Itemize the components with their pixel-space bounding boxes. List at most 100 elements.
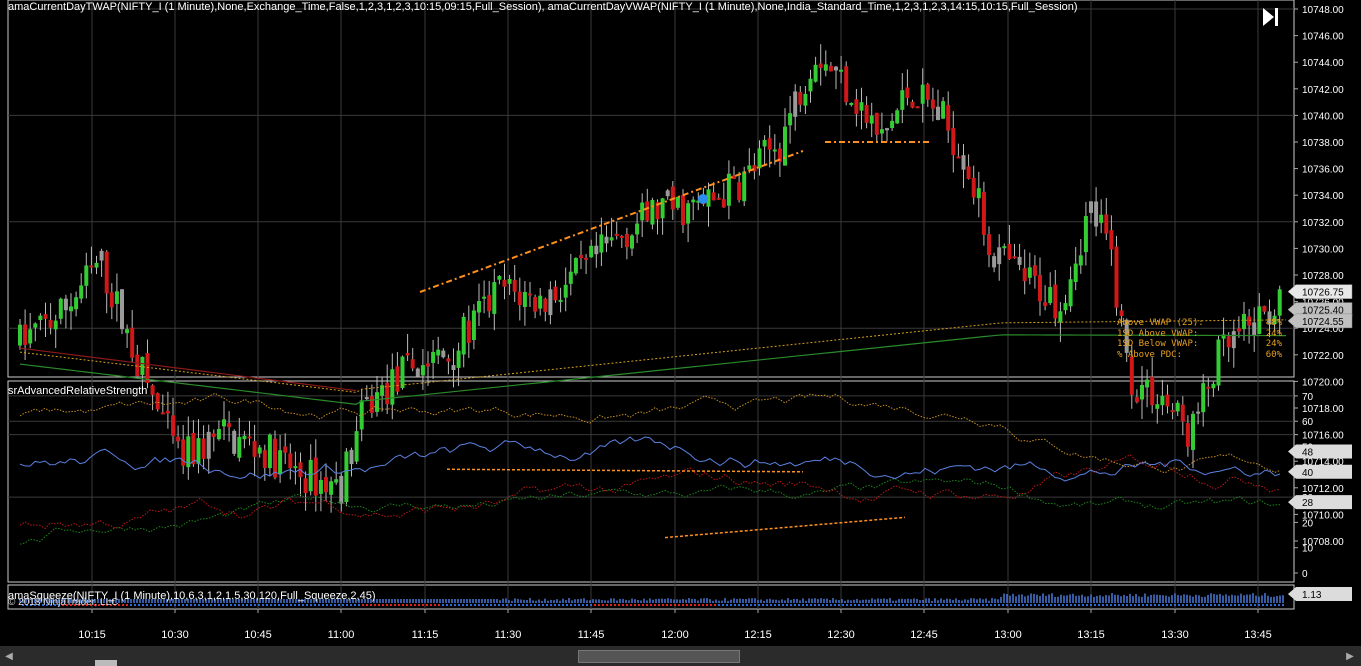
squeeze-dot	[934, 604, 936, 606]
candle-body	[1180, 404, 1185, 422]
scroll-left-icon[interactable]: ◀	[2, 649, 16, 663]
candle-body	[125, 329, 130, 334]
squeeze-dot	[622, 604, 624, 606]
candle-body	[303, 478, 308, 494]
horizontal-scrollbar[interactable]: ◀ ▶	[0, 646, 1361, 666]
candle-body	[415, 368, 420, 377]
squeeze-dot	[238, 604, 240, 606]
vwap-line	[19, 334, 1287, 405]
squeeze-dot	[694, 604, 696, 606]
candle-body	[237, 436, 242, 458]
squeeze-dot	[698, 604, 700, 606]
squeeze-dot	[1194, 604, 1196, 606]
squeeze-dot	[890, 604, 892, 606]
candle-body	[925, 84, 930, 100]
squeeze-dot	[950, 604, 952, 606]
candle-body	[354, 431, 359, 462]
candle-body	[793, 91, 798, 117]
squeeze-dot	[430, 604, 432, 606]
candle-body	[339, 475, 344, 504]
candle-body	[33, 323, 38, 328]
candle-body	[48, 319, 53, 328]
candle-body	[1038, 275, 1042, 302]
candle-body	[879, 129, 884, 134]
candle-body	[522, 292, 527, 308]
squeeze-dot	[1078, 604, 1080, 606]
candle-body	[859, 102, 864, 111]
squeeze-dot	[834, 604, 836, 606]
squeeze-dot	[1006, 604, 1008, 606]
squeeze-dot	[1166, 604, 1168, 606]
price-panel-title: amaCurrentDayTWAP(NIFTY_I (1 Minute),Non…	[8, 1, 1078, 13]
squeeze-dot	[186, 604, 188, 606]
scrollbar-grip[interactable]	[95, 660, 117, 666]
candle-body	[1053, 284, 1058, 319]
squeeze-dot	[398, 604, 400, 606]
scrollbar-thumb[interactable]	[578, 650, 740, 663]
candle-body	[1277, 289, 1282, 316]
squeeze-dot	[1062, 604, 1064, 606]
candle-body	[645, 201, 650, 221]
candle-body	[828, 65, 833, 72]
squeeze-dot	[942, 604, 944, 606]
squeeze-dot	[158, 604, 160, 606]
squeeze-dot	[1054, 604, 1056, 606]
squeeze-dot	[210, 604, 212, 606]
squeeze-dot	[378, 604, 380, 606]
squeeze-dot	[198, 604, 200, 606]
squeeze-dot	[678, 604, 680, 606]
squeeze-dot	[858, 604, 860, 606]
candle-body	[533, 296, 538, 312]
squeeze-dot	[1262, 604, 1264, 606]
squeeze-dot	[774, 604, 776, 606]
candle-body	[1002, 246, 1007, 249]
squeeze-dot	[1138, 604, 1140, 606]
squeeze-dot	[474, 604, 476, 606]
candle-body	[1196, 411, 1201, 414]
squeeze-dot	[1046, 604, 1048, 606]
squeeze-dot	[602, 604, 604, 606]
squeeze-dot	[606, 604, 608, 606]
price-tick-label: 10716.00	[1302, 431, 1344, 442]
candle-body	[293, 466, 298, 469]
candle-body	[849, 103, 854, 106]
squeeze-dot	[126, 604, 128, 606]
candle-body	[640, 202, 645, 221]
candle-body	[507, 278, 512, 284]
candle-body	[1073, 263, 1078, 283]
x-tick-label: 13:30	[1161, 629, 1189, 641]
candle-body	[130, 327, 135, 358]
candle-body	[711, 192, 716, 201]
candle-body	[196, 438, 201, 464]
squeeze-dot	[1110, 604, 1112, 606]
squeeze-dot	[414, 604, 416, 606]
scroll-right-icon[interactable]: ▶	[1343, 649, 1357, 663]
candle-body	[211, 433, 216, 438]
squeeze-dot	[518, 604, 520, 606]
squeeze-dot	[1250, 604, 1252, 606]
squeeze-dot	[910, 604, 912, 606]
candle-body	[548, 289, 553, 316]
squeeze-dot	[154, 604, 156, 606]
candle-body	[405, 353, 410, 356]
squeeze-dot	[142, 604, 144, 606]
squeeze-dot	[454, 604, 456, 606]
candle-body	[772, 149, 777, 152]
squeeze-dot	[674, 604, 676, 606]
rs-trendline	[664, 516, 906, 539]
squeeze-dot	[962, 604, 964, 606]
squeeze-dot	[1282, 604, 1284, 606]
candle-body	[1150, 376, 1155, 406]
squeeze-dot	[1170, 604, 1172, 606]
candle-body	[1058, 311, 1063, 323]
candle-body	[839, 69, 844, 72]
squeeze-dot	[498, 604, 500, 606]
squeeze-dot	[530, 604, 532, 606]
candle-body	[262, 450, 267, 468]
x-tick-label: 13:00	[994, 629, 1022, 641]
candle-body	[619, 235, 624, 238]
play-icon[interactable]	[1259, 5, 1283, 29]
squeeze-dot	[358, 604, 360, 606]
price-tick-label: 10748.00	[1302, 5, 1344, 16]
candle-body	[206, 431, 211, 459]
